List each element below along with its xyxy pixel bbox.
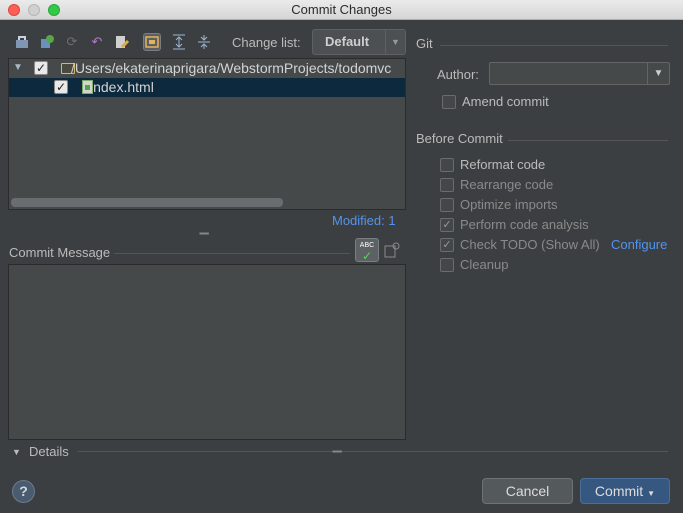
group-icon[interactable] xyxy=(143,33,161,51)
update-icon[interactable] xyxy=(38,33,56,51)
details-label[interactable]: Details xyxy=(29,444,69,459)
message-history-icon[interactable] xyxy=(384,242,400,258)
commit-message-input[interactable] xyxy=(8,264,406,440)
spellcheck-button[interactable]: ABC ✓ xyxy=(355,238,379,262)
reformat-code-checkbox[interactable] xyxy=(440,158,454,172)
configure-link[interactable]: Configure xyxy=(611,237,667,252)
chevron-down-icon[interactable]: ▼ xyxy=(647,489,655,498)
check-todo-label[interactable]: Check TODO (Show All) xyxy=(460,237,600,252)
tree-row-file[interactable]: ✓ index.html xyxy=(9,78,405,97)
chevron-down-icon: ▼ xyxy=(385,30,405,54)
git-section-label: Git xyxy=(416,36,433,51)
author-label: Author: xyxy=(437,67,479,82)
file-checkbox[interactable]: ✓ xyxy=(54,80,68,94)
author-dropdown[interactable]: ▼ xyxy=(489,62,670,85)
chevron-down-icon[interactable]: ▼ xyxy=(647,63,669,84)
changelist-dropdown[interactable]: Default ▼ xyxy=(312,29,406,55)
folder-path: /Users/ekaterinaprigara/WebstormProjects… xyxy=(71,60,392,76)
amend-commit-label[interactable]: Amend commit xyxy=(462,94,549,109)
check-icon: ✓ xyxy=(361,249,373,263)
divider xyxy=(508,140,668,141)
rearrange-code-checkbox[interactable] xyxy=(440,178,454,192)
cleanup-label[interactable]: Cleanup xyxy=(460,257,508,272)
folder-checkbox[interactable]: ✓ xyxy=(34,61,48,75)
cancel-button[interactable]: Cancel xyxy=(482,478,573,504)
refresh-icon[interactable]: ⟳ xyxy=(63,33,81,51)
commit-message-label: Commit Message xyxy=(9,245,111,260)
splitter-grip-icon[interactable]: ▪▪▪▪▪ xyxy=(332,447,342,456)
help-button[interactable]: ? xyxy=(12,480,35,503)
changelist-value: Default xyxy=(325,34,370,49)
optimize-imports-checkbox[interactable] xyxy=(440,198,454,212)
window-title: Commit Changes xyxy=(291,2,392,17)
expand-triangle-icon[interactable]: ▼ xyxy=(13,62,23,73)
commit-button[interactable]: Commit ▼ xyxy=(580,478,670,504)
commit-icon[interactable] xyxy=(13,33,31,51)
optimize-imports-label[interactable]: Optimize imports xyxy=(460,197,558,212)
divider xyxy=(440,45,668,46)
title-bar: Commit Changes xyxy=(0,0,683,20)
perform-code-analysis-label[interactable]: Perform code analysis xyxy=(460,217,589,232)
before-commit-section-label: Before Commit xyxy=(416,131,503,146)
changelist-label: Change list: xyxy=(232,35,301,50)
perform-code-analysis-checkbox[interactable]: ✓ xyxy=(440,218,454,232)
collapse-all-icon[interactable] xyxy=(195,33,213,51)
details-toggle-icon[interactable]: ▼ xyxy=(12,447,21,457)
splitter-grip-icon[interactable]: ▪▪▪▪▪ xyxy=(199,229,209,238)
edit-icon[interactable] xyxy=(113,33,131,51)
file-name: index.html xyxy=(90,79,154,95)
rearrange-code-label[interactable]: Rearrange code xyxy=(460,177,553,192)
changes-tree[interactable]: ▼ ✓ /Users/ekaterinaprigara/WebstormProj… xyxy=(8,58,406,210)
expand-all-icon[interactable] xyxy=(170,33,188,51)
divider xyxy=(78,451,668,452)
cancel-label: Cancel xyxy=(505,483,550,499)
commit-label: Commit xyxy=(594,483,644,499)
cleanup-checkbox[interactable] xyxy=(440,258,454,272)
horizontal-scrollbar[interactable] xyxy=(11,198,283,207)
tree-row-folder[interactable]: ▼ ✓ /Users/ekaterinaprigara/WebstormProj… xyxy=(9,59,405,78)
divider xyxy=(114,253,350,254)
reformat-code-label[interactable]: Reformat code xyxy=(460,157,545,172)
amend-commit-checkbox[interactable] xyxy=(442,95,456,109)
check-todo-checkbox[interactable]: ✓ xyxy=(440,238,454,252)
modified-count: Modified: 1 xyxy=(332,213,396,228)
revert-icon[interactable]: ↶ xyxy=(88,33,106,51)
